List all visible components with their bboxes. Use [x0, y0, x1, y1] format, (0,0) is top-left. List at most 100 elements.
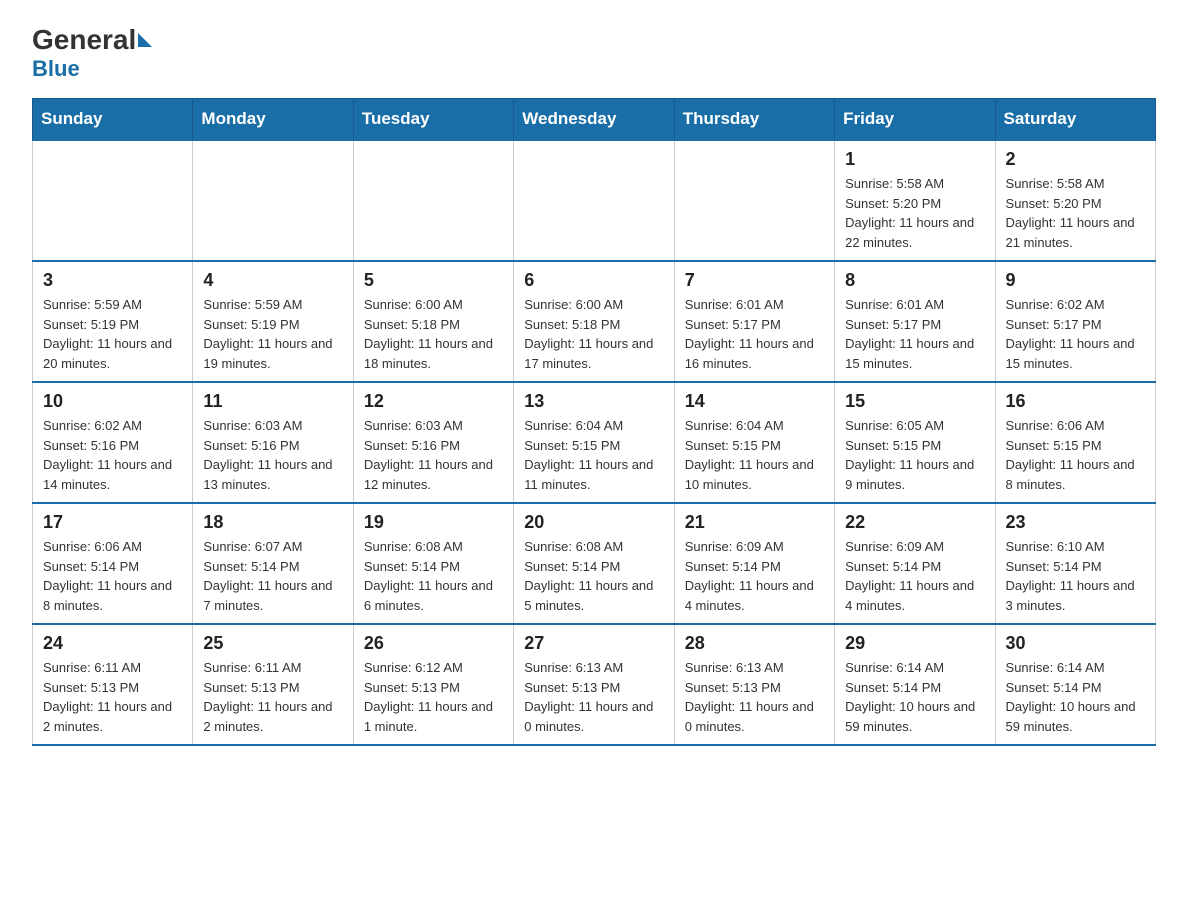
day-number: 15: [845, 391, 984, 412]
calendar-cell: 1Sunrise: 5:58 AMSunset: 5:20 PMDaylight…: [835, 140, 995, 261]
day-sun-info: Sunrise: 6:01 AMSunset: 5:17 PMDaylight:…: [845, 295, 984, 373]
logo-blue-text: Blue: [32, 56, 80, 81]
day-of-week-header: Thursday: [674, 99, 834, 141]
day-sun-info: Sunrise: 6:02 AMSunset: 5:17 PMDaylight:…: [1006, 295, 1145, 373]
day-number: 23: [1006, 512, 1145, 533]
calendar-cell: 23 Sunrise: 6:10 AMSunset: 5:14 PMDayligh…: [995, 503, 1155, 624]
day-sun-info: Sunrise: 6:03 AMSunset: 5:16 PMDaylight:…: [203, 416, 342, 494]
day-sun-info: Sunrise: 6:13 AMSunset: 5:13 PMDaylight:…: [685, 658, 824, 736]
day-number: 29: [845, 633, 984, 654]
day-of-week-header: Saturday: [995, 99, 1155, 141]
day-sun-info: Sunrise: 6:11 AMSunset: 5:13 PMDaylight:…: [43, 658, 182, 736]
calendar-header-row: SundayMondayTuesdayWednesdayThursdayFrid…: [33, 99, 1156, 141]
calendar-cell: 17Sunrise: 6:06 AMSunset: 5:14 PMDayligh…: [33, 503, 193, 624]
day-number: 11: [203, 391, 342, 412]
day-number: 28: [685, 633, 824, 654]
calendar-cell: 20 Sunrise: 6:08 AMSunset: 5:14 PMDayligh…: [514, 503, 674, 624]
calendar-cell: 13 Sunrise: 6:04 AMSunset: 5:15 PMDayligh…: [514, 382, 674, 503]
calendar-week-row: 1Sunrise: 5:58 AMSunset: 5:20 PMDaylight…: [33, 140, 1156, 261]
day-sun-info: Sunrise: 6:00 AMSunset: 5:18 PMDaylight:…: [524, 295, 663, 373]
calendar-cell: 21 Sunrise: 6:09 AMSunset: 5:14 PMDayligh…: [674, 503, 834, 624]
day-number: 30: [1006, 633, 1145, 654]
calendar-cell: 2Sunrise: 5:58 AMSunset: 5:20 PMDaylight…: [995, 140, 1155, 261]
day-number: 27: [524, 633, 663, 654]
calendar-cell: 29 Sunrise: 6:14 AMSunset: 5:14 PMDayligh…: [835, 624, 995, 745]
calendar-cell: 24 Sunrise: 6:11 AMSunset: 5:13 PMDayligh…: [33, 624, 193, 745]
day-of-week-header: Monday: [193, 99, 353, 141]
calendar-cell: [33, 140, 193, 261]
day-number: 17: [43, 512, 182, 533]
day-number: 10: [43, 391, 182, 412]
day-sun-info: Sunrise: 5:59 AMSunset: 5:19 PMDaylight:…: [43, 295, 182, 373]
day-number: 26: [364, 633, 503, 654]
day-sun-info: Sunrise: 6:14 AMSunset: 5:14 PMDaylight:…: [1006, 658, 1145, 736]
calendar-cell: 25 Sunrise: 6:11 AMSunset: 5:13 PMDayligh…: [193, 624, 353, 745]
calendar-cell: 10 Sunrise: 6:02 AMSunset: 5:16 PMDayligh…: [33, 382, 193, 503]
day-sun-info: Sunrise: 6:00 AMSunset: 5:18 PMDaylight:…: [364, 295, 503, 373]
day-sun-info: Sunrise: 6:13 AMSunset: 5:13 PMDaylight:…: [524, 658, 663, 736]
day-sun-info: Sunrise: 6:07 AMSunset: 5:14 PMDaylight:…: [203, 537, 342, 615]
calendar-cell: 6 Sunrise: 6:00 AMSunset: 5:18 PMDaylight…: [514, 261, 674, 382]
calendar-cell: 9 Sunrise: 6:02 AMSunset: 5:17 PMDaylight…: [995, 261, 1155, 382]
day-number: 20: [524, 512, 663, 533]
calendar-week-row: 17Sunrise: 6:06 AMSunset: 5:14 PMDayligh…: [33, 503, 1156, 624]
day-number: 5: [364, 270, 503, 291]
day-number: 21: [685, 512, 824, 533]
day-of-week-header: Wednesday: [514, 99, 674, 141]
calendar-cell: 8Sunrise: 6:01 AMSunset: 5:17 PMDaylight…: [835, 261, 995, 382]
calendar-cell: 12Sunrise: 6:03 AMSunset: 5:16 PMDayligh…: [353, 382, 513, 503]
day-number: 25: [203, 633, 342, 654]
day-number: 6: [524, 270, 663, 291]
calendar-cell: 4 Sunrise: 5:59 AMSunset: 5:19 PMDaylight…: [193, 261, 353, 382]
day-number: 2: [1006, 149, 1145, 170]
calendar-cell: 11 Sunrise: 6:03 AMSunset: 5:16 PMDayligh…: [193, 382, 353, 503]
day-number: 19: [364, 512, 503, 533]
day-number: 3: [43, 270, 182, 291]
day-sun-info: Sunrise: 6:08 AMSunset: 5:14 PMDaylight:…: [524, 537, 663, 615]
day-number: 16: [1006, 391, 1145, 412]
calendar-cell: 30 Sunrise: 6:14 AMSunset: 5:14 PMDayligh…: [995, 624, 1155, 745]
day-sun-info: Sunrise: 6:09 AMSunset: 5:14 PMDaylight:…: [685, 537, 824, 615]
logo-arrow-icon: [138, 33, 152, 47]
calendar-cell: 15Sunrise: 6:05 AMSunset: 5:15 PMDayligh…: [835, 382, 995, 503]
calendar-cell: 3 Sunrise: 5:59 AMSunset: 5:19 PMDaylight…: [33, 261, 193, 382]
day-number: 18: [203, 512, 342, 533]
calendar-cell: 7 Sunrise: 6:01 AMSunset: 5:17 PMDaylight…: [674, 261, 834, 382]
day-of-week-header: Friday: [835, 99, 995, 141]
day-sun-info: Sunrise: 6:14 AMSunset: 5:14 PMDaylight:…: [845, 658, 984, 736]
logo: General Blue: [32, 24, 154, 82]
day-sun-info: Sunrise: 6:08 AMSunset: 5:14 PMDaylight:…: [364, 537, 503, 615]
day-of-week-header: Sunday: [33, 99, 193, 141]
day-number: 4: [203, 270, 342, 291]
day-number: 22: [845, 512, 984, 533]
day-sun-info: Sunrise: 6:06 AMSunset: 5:15 PMDaylight:…: [1006, 416, 1145, 494]
day-number: 24: [43, 633, 182, 654]
day-number: 14: [685, 391, 824, 412]
calendar-cell: [353, 140, 513, 261]
day-sun-info: Sunrise: 6:02 AMSunset: 5:16 PMDaylight:…: [43, 416, 182, 494]
day-sun-info: Sunrise: 5:59 AMSunset: 5:19 PMDaylight:…: [203, 295, 342, 373]
calendar-cell: 5 Sunrise: 6:00 AMSunset: 5:18 PMDaylight…: [353, 261, 513, 382]
calendar-cell: 26 Sunrise: 6:12 AMSunset: 5:13 PMDayligh…: [353, 624, 513, 745]
calendar-cell: 22 Sunrise: 6:09 AMSunset: 5:14 PMDayligh…: [835, 503, 995, 624]
day-sun-info: Sunrise: 6:11 AMSunset: 5:13 PMDaylight:…: [203, 658, 342, 736]
day-number: 13: [524, 391, 663, 412]
calendar-cell: 19 Sunrise: 6:08 AMSunset: 5:14 PMDayligh…: [353, 503, 513, 624]
calendar-cell: 14Sunrise: 6:04 AMSunset: 5:15 PMDayligh…: [674, 382, 834, 503]
day-number: 7: [685, 270, 824, 291]
calendar-week-row: 3 Sunrise: 5:59 AMSunset: 5:19 PMDaylight…: [33, 261, 1156, 382]
day-sun-info: Sunrise: 5:58 AMSunset: 5:20 PMDaylight:…: [845, 174, 984, 252]
day-sun-info: Sunrise: 6:10 AMSunset: 5:14 PMDaylight:…: [1006, 537, 1145, 615]
calendar-cell: 28 Sunrise: 6:13 AMSunset: 5:13 PMDayligh…: [674, 624, 834, 745]
page-header: General Blue: [32, 24, 1156, 82]
day-sun-info: Sunrise: 6:09 AMSunset: 5:14 PMDaylight:…: [845, 537, 984, 615]
calendar-week-row: 10 Sunrise: 6:02 AMSunset: 5:16 PMDayligh…: [33, 382, 1156, 503]
day-sun-info: Sunrise: 6:04 AMSunset: 5:15 PMDaylight:…: [524, 416, 663, 494]
day-number: 9: [1006, 270, 1145, 291]
calendar-cell: 27 Sunrise: 6:13 AMSunset: 5:13 PMDayligh…: [514, 624, 674, 745]
day-of-week-header: Tuesday: [353, 99, 513, 141]
logo-general-text: General: [32, 24, 136, 56]
day-sun-info: Sunrise: 6:12 AMSunset: 5:13 PMDaylight:…: [364, 658, 503, 736]
day-sun-info: Sunrise: 6:01 AMSunset: 5:17 PMDaylight:…: [685, 295, 824, 373]
calendar-cell: 16 Sunrise: 6:06 AMSunset: 5:15 PMDayligh…: [995, 382, 1155, 503]
